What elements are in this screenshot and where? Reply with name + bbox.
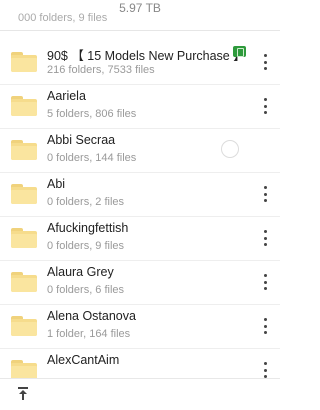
folder-meta: 216 folders, 7533 files (47, 64, 155, 76)
folder-row[interactable]: Alaura Grey 0 folders, 6 files (0, 260, 280, 305)
folder-meta: 5 folders, 806 files (47, 108, 137, 120)
more-options-icon[interactable] (258, 186, 272, 202)
bottom-toolbar (0, 378, 280, 410)
folder-name: Abi (47, 177, 66, 191)
folder-icon (11, 140, 37, 160)
folder-icon (11, 96, 37, 116)
folder-icon (11, 228, 37, 248)
folder-meta: 0 folders, 6 files (47, 284, 125, 296)
folder-row[interactable]: Aariela 5 folders, 806 files (0, 84, 280, 129)
folder-row[interactable]: Abbi Secraa 0 folders, 144 files (0, 128, 280, 173)
folder-row[interactable]: Alena Ostanova 1 folder, 164 files (0, 304, 280, 349)
folder-meta: 0 folders, 2 files (47, 196, 125, 208)
folder-icon (11, 316, 37, 336)
folder-icon (11, 272, 37, 292)
folder-meta: 0 folders, 9 files (47, 240, 125, 252)
storage-size: 5.97 TB (110, 1, 170, 15)
folder-icon (11, 52, 37, 72)
more-options-icon[interactable] (258, 318, 272, 334)
top-header: 000 folders, 9 files 5.97 TB (0, 0, 280, 30)
folder-meta: 1 folder, 164 files (47, 328, 131, 340)
folder-name: Aariela (47, 89, 86, 103)
more-options-icon[interactable] (258, 274, 272, 290)
folder-meta: 0 folders, 144 files (47, 152, 137, 164)
folder-name: 90$ 【 15 Models New Purchase 】 (47, 49, 246, 63)
more-options-icon[interactable] (258, 362, 272, 378)
folder-name: Afuckingfettish (47, 221, 129, 235)
loading-spinner-icon (221, 140, 239, 158)
more-options-icon[interactable] (258, 230, 272, 246)
folder-name: Abbi Secraa (47, 133, 116, 147)
folder-icon (11, 360, 37, 380)
folder-row[interactable]: 90$ 【 15 Models New Purchase 】 216 folde… (0, 40, 280, 85)
folder-name: AlexCantAim (47, 353, 120, 367)
folder-name: Alaura Grey (47, 265, 114, 279)
more-options-icon[interactable] (258, 54, 272, 70)
cash-icon (233, 46, 246, 57)
folder-row[interactable]: Abi 0 folders, 2 files (0, 172, 280, 217)
folder-name: Alena Ostanova (47, 309, 136, 323)
previous-row-meta: 000 folders, 9 files (18, 12, 108, 24)
more-options-icon[interactable] (258, 98, 272, 114)
header-divider (0, 30, 280, 31)
folder-icon (11, 184, 37, 204)
upload-icon[interactable] (17, 387, 29, 401)
folder-row[interactable]: Afuckingfettish 0 folders, 9 files (0, 216, 280, 261)
